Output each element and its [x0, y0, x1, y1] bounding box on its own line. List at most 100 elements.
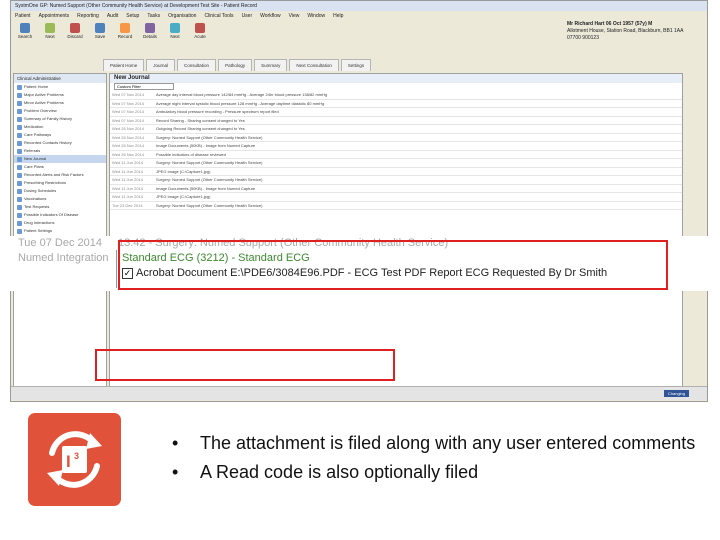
- zoomed-entry-date: Tue 07 Dec 2014: [18, 237, 102, 249]
- status-bar: Changing: [11, 386, 707, 400]
- journal-entry[interactable]: Tue 23 Dec 2014 Surgery: Numed Support (O…: [110, 202, 682, 210]
- menu-item[interactable]: User: [242, 11, 253, 21]
- journal-entry-text: Surgery: Numed Support (Other Community …: [156, 202, 263, 208]
- journal-entry[interactable]: Wed 11 Jun 2014 JPEG Image (C:\Capture1.j…: [110, 168, 682, 176]
- clinical-tree-item[interactable]: Drug Interactions: [14, 219, 106, 227]
- journal-entry[interactable]: Wed 26 Nov 2014 Image Documents (50KB) - …: [110, 142, 682, 151]
- systmone-window: SystmOne GP: Numed Support (Other Commun…: [10, 0, 708, 402]
- journal-entry-date: Wed 11 Jun 2014: [112, 194, 143, 199]
- clinical-tree-item[interactable]: Problem Overview: [14, 107, 106, 115]
- toolbar-button-label: Record: [117, 34, 133, 39]
- journal-entry-date: Wed 07 Nov 2014: [112, 100, 144, 106]
- clinical-tree-item[interactable]: Recorded Alerts and Risk Factors: [14, 171, 106, 179]
- menu-item[interactable]: Audit: [107, 11, 118, 21]
- clinical-tree-item[interactable]: Patient Settings: [14, 227, 106, 235]
- toolbar-button[interactable]: Acute: [188, 21, 212, 45]
- journal-entry[interactable]: Wed 11 Jun 2014 Surgery: Numed Support (O…: [110, 176, 682, 185]
- menu-item[interactable]: Help: [333, 11, 343, 21]
- journal-entry-text: Surgery: Numed Support (Other Community …: [156, 160, 263, 165]
- tree-node-icon: [17, 124, 22, 130]
- record-tab[interactable]: Consultation: [177, 59, 217, 71]
- journal-entry-text: Possible indicators of disease reviewed: [156, 151, 226, 157]
- highlight-box-large: [118, 240, 668, 290]
- toolbar-button[interactable]: Next: [38, 21, 62, 45]
- journal-entry[interactable]: Wed 11 Jun 2014 Surgery: Numed Support (O…: [110, 159, 682, 168]
- svg-text:I: I: [66, 452, 71, 471]
- clinical-tree-item[interactable]: Minor Active Problems: [14, 99, 106, 107]
- clinical-tree-item[interactable]: Vaccinations: [14, 195, 106, 203]
- menu-item[interactable]: Reporting: [77, 11, 99, 21]
- journal-entry[interactable]: Wed 07 Nov 2014 Average day interval bloo…: [110, 91, 682, 100]
- menu-item[interactable]: Tasks: [147, 11, 160, 21]
- journal-entry-text: JPEG Image (C:\Capture1.jpg): [156, 168, 211, 174]
- journal-entry-text: JPEG Image (C:\Capture1.jpg): [156, 194, 211, 199]
- journal-entry[interactable]: Wed 26 Nov 2014 Possible indicators of di…: [110, 151, 682, 159]
- record-tab[interactable]: Next Consultation: [289, 59, 339, 71]
- toolbar-button[interactable]: Save: [88, 21, 112, 45]
- toolbar-button[interactable]: Next: [163, 21, 187, 45]
- menu-item[interactable]: Patient: [15, 11, 31, 21]
- journal-entry[interactable]: Wed 07 Nov 2014 Ambulatory blood pressure…: [110, 108, 682, 117]
- tree-node-icon: [17, 108, 22, 114]
- record-tab[interactable]: Settings: [340, 59, 372, 71]
- tree-node-icon: [17, 220, 22, 226]
- tree-node-icon: [17, 132, 22, 138]
- patient-address: Allotment House, Station Road, Blackburn…: [567, 28, 684, 34]
- i3-logo-tile: I 3: [28, 413, 121, 506]
- record-tab[interactable]: Summary: [254, 59, 288, 71]
- journal-entry[interactable]: Wed 26 Nov 2014 Outgoing Record Sharing c…: [110, 125, 682, 134]
- toolbar-button[interactable]: Discard: [63, 21, 87, 45]
- menu-item[interactable]: Setup: [126, 11, 139, 21]
- clinical-tree-item[interactable]: Major Active Problems: [14, 91, 106, 99]
- menu-item[interactable]: Workflow: [260, 11, 280, 21]
- journal-entry-date: Wed 11 Jun 2014: [112, 160, 143, 165]
- journal-entry-text: Image Documents (50KB) - Image from Nume…: [156, 185, 256, 191]
- clinical-tree-item[interactable]: Test Requests: [14, 203, 106, 211]
- journal-pane: New Journal Custom Filter Wed 07 Nov 201…: [109, 73, 683, 389]
- clinical-tree-item[interactable]: Care Plans: [14, 163, 106, 171]
- clinical-tree-item-label: Care Pathways: [24, 132, 52, 137]
- journal-controls: Custom Filter: [110, 83, 682, 91]
- clinical-tree-item[interactable]: Referrals: [14, 147, 106, 155]
- clinical-tree-item[interactable]: Prescribing Restrictions: [14, 179, 106, 187]
- window-title: SystmOne GP: Numed Support (Other Commun…: [11, 1, 707, 11]
- record-tab[interactable]: Patient Home: [103, 59, 145, 71]
- clinical-tree-item[interactable]: Medication: [14, 123, 106, 131]
- menu-item[interactable]: Clinical Tools: [204, 11, 233, 21]
- menu-item[interactable]: Appointments: [39, 11, 70, 21]
- clinical-tree-item-label: Test Requests: [24, 204, 50, 209]
- slide-bullet-1: • The attachment is filed along with any…: [172, 432, 712, 455]
- clinical-tree-item-label: Drug Interactions: [24, 220, 55, 225]
- toolbar-button[interactable]: Search: [13, 21, 37, 45]
- journal-entry[interactable]: Wed 11 Jun 2014 Image Documents (50KB) - …: [110, 185, 682, 193]
- journal-entry[interactable]: Wed 11 Jun 2014 JPEG Image (C:\Capture1.j…: [110, 193, 682, 202]
- clinical-tree-item[interactable]: New Journal: [14, 155, 106, 163]
- clinical-tree-item[interactable]: Recorded Contacts History: [14, 139, 106, 147]
- clinical-tree-item-label: Recorded Alerts and Risk Factors: [24, 172, 84, 177]
- journal-filter-select[interactable]: Custom Filter: [114, 83, 174, 90]
- record-tab[interactable]: Journal: [146, 59, 176, 71]
- clinical-tree-item[interactable]: Possible Indicators Of Disease: [14, 211, 106, 219]
- menu-item[interactable]: Organisation: [168, 11, 196, 21]
- toolbar-button[interactable]: Record: [113, 21, 137, 45]
- journal-title: New Journal: [110, 74, 682, 83]
- tree-node-icon: [17, 180, 22, 186]
- record-tab[interactable]: Pathology: [218, 59, 253, 71]
- clinical-tree-item[interactable]: Dosing Schedules: [14, 187, 106, 195]
- clinical-tree-item[interactable]: Patient Home: [14, 83, 106, 91]
- menu-item[interactable]: Window: [307, 11, 325, 21]
- journal-entry-date: Wed 07 Nov 2014: [112, 117, 144, 123]
- clinical-tree-item-label: New Journal: [24, 156, 47, 161]
- journal-entry[interactable]: Wed 07 Nov 2014 Average night interval sy…: [110, 100, 682, 108]
- journal-entry[interactable]: Wed 07 Nov 2014 Record Sharing - Sharing …: [110, 117, 682, 125]
- clinical-tree-item-label: Recorded Contacts History: [24, 140, 72, 145]
- journal-entry-date: Wed 26 Nov 2014: [112, 151, 144, 157]
- menu-item[interactable]: View: [289, 11, 300, 21]
- clinical-tree-item[interactable]: Summary of Family History: [14, 115, 106, 123]
- journal-entry[interactable]: Wed 26 Nov 2014 Surgery: Numed Support (O…: [110, 134, 682, 142]
- record-tabs: Patient Home Journal Consultation Pathology…: [103, 59, 707, 71]
- clinical-tree-item[interactable]: Care Pathways: [14, 131, 106, 139]
- clinical-tree-header[interactable]: Clinical Administrative: [14, 74, 106, 83]
- toolbar-button-label: Next: [170, 34, 180, 39]
- toolbar-button[interactable]: Details: [138, 21, 162, 45]
